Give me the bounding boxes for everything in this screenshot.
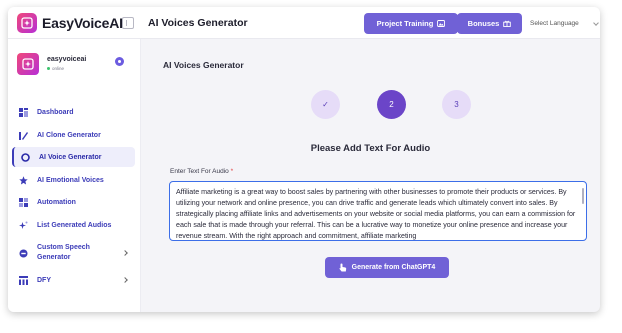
- logo-icon: [17, 13, 37, 33]
- section-title: Please Add Text For Audio: [310, 143, 431, 154]
- check-icon: ✓: [322, 100, 329, 109]
- star-icon: [19, 175, 28, 185]
- audio-text-input[interactable]: Affiliate marketing is a great way to bo…: [169, 181, 587, 241]
- language-select-value: Select Language: [530, 20, 579, 27]
- image-icon: [437, 20, 446, 27]
- bonuses-button[interactable]: Bonuses: [457, 13, 522, 34]
- chevron-down-icon: [593, 20, 599, 26]
- app-window: EasyVoiceAI AI Voices Generator Project …: [8, 7, 600, 312]
- chevron-right-icon: [122, 277, 128, 283]
- generate-chatgpt-button[interactable]: Generate from ChatGPT4: [325, 257, 449, 278]
- sidebar-item-label: Dashboard: [37, 108, 74, 116]
- dashboard-icon: [19, 107, 28, 117]
- hand-pointer-icon: [339, 263, 346, 272]
- required-marker: *: [230, 168, 234, 175]
- bonuses-label: Bonuses: [467, 19, 500, 28]
- sidebar-item-dashboard[interactable]: Dashboard: [12, 102, 135, 122]
- sidebar-item-dfy[interactable]: DFY: [12, 270, 135, 290]
- sidebar-item-ai-emotional-voices[interactable]: AI Emotional Voices: [12, 170, 135, 190]
- sidebar-item-ai-clone-generator[interactable]: AI Clone Generator: [12, 125, 135, 145]
- page-header-title: AI Voices Generator: [148, 17, 248, 29]
- chevron-right-icon: [122, 250, 128, 256]
- profile-name: easyvoiceai: [47, 56, 87, 63]
- audio-text-value: Affiliate marketing is a great way to bo…: [176, 188, 576, 240]
- sidebar-toggle-icon[interactable]: [122, 17, 134, 29]
- language-select[interactable]: Select Language: [528, 13, 600, 34]
- sidebar-item-ai-voice-generator[interactable]: AI Voice Generator: [12, 147, 135, 167]
- sidebar-item-label: List Generated Audios: [37, 221, 112, 229]
- generate-button-label: Generate from ChatGPT4: [351, 264, 436, 271]
- profile-status-text: online: [52, 66, 65, 71]
- page-title: AI Voices Generator: [163, 60, 244, 70]
- speech-icon: [19, 249, 28, 258]
- sidebar-item-automation[interactable]: Automation: [12, 192, 135, 212]
- sidebar-item-label: DFY: [37, 276, 51, 284]
- sidebar-item-label: Custom Speech Generator: [37, 244, 90, 261]
- logo-text: EasyVoiceAI: [42, 15, 123, 31]
- gear-icon[interactable]: [115, 57, 124, 66]
- step-2-active[interactable]: 2: [377, 90, 406, 119]
- sidebar-item-list-generated-audios[interactable]: List Generated Audios: [12, 215, 135, 235]
- textarea-scrollbar[interactable]: [582, 188, 584, 204]
- clone-icon: [19, 131, 28, 140]
- sidebar-item-label: AI Emotional Voices: [37, 176, 104, 184]
- step-1-complete[interactable]: ✓: [311, 90, 340, 119]
- text-field-label: Enter Text For Audio *: [170, 168, 233, 175]
- step-3-pending[interactable]: 3: [442, 90, 471, 119]
- grid-icon: [19, 275, 28, 285]
- voice-icon: [21, 152, 30, 162]
- step-number: 3: [454, 100, 459, 109]
- profile-card: easyvoiceai online: [17, 53, 135, 79]
- sidebar-item-custom-speech-generator[interactable]: Custom Speech Generator: [12, 239, 135, 267]
- profile-status: online: [47, 66, 64, 71]
- project-training-button[interactable]: Project Training: [364, 13, 458, 34]
- avatar: [17, 53, 39, 75]
- sidebar: easyvoiceai online Dashboard AI Clone Ge…: [8, 39, 141, 312]
- text-field-label-text: Enter Text For Audio: [170, 168, 229, 175]
- sidebar-item-label: AI Voice Generator: [39, 153, 102, 161]
- sparkle-icon: [19, 221, 28, 230]
- main-content: AI Voices Generator ✓ 2 3 Please Add Tex…: [141, 39, 600, 312]
- step-number: 2: [389, 100, 394, 109]
- gift-icon: [503, 20, 512, 27]
- sidebar-item-label: AI Clone Generator: [37, 131, 101, 139]
- automation-icon: [19, 197, 28, 207]
- sidebar-item-label: Automation: [37, 198, 76, 206]
- online-dot-icon: [47, 67, 50, 70]
- top-header: EasyVoiceAI AI Voices Generator Project …: [8, 7, 600, 39]
- project-training-label: Project Training: [376, 19, 434, 28]
